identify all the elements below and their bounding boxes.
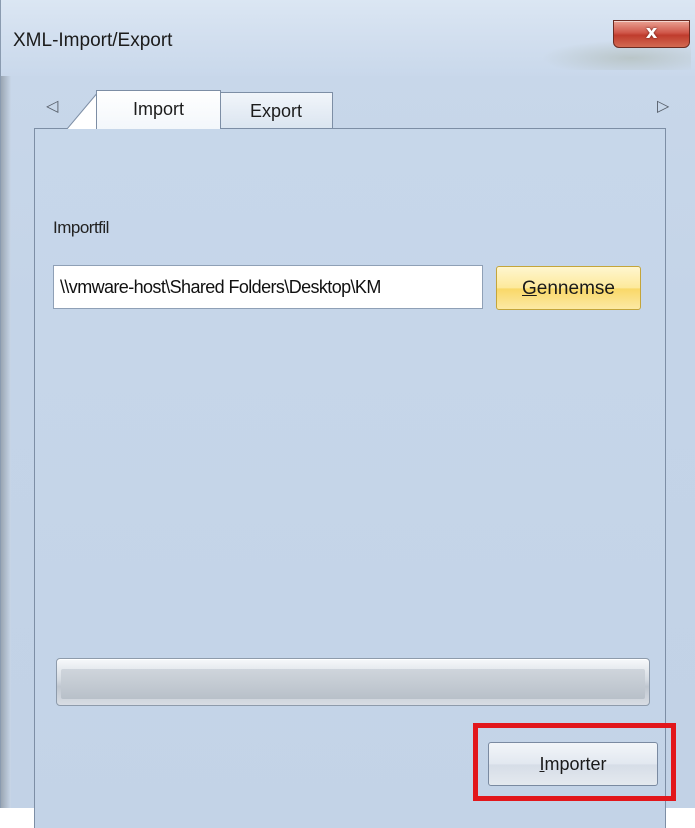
tab-export[interactable]: Export [219,92,333,128]
browse-button-label: ennemse [536,278,615,299]
title-bar[interactable]: XML-Import/Export x [1,0,695,76]
import-button-label: mporter [544,754,607,774]
tab-import-label: Import [132,99,184,119]
tab-scroll-right-icon[interactable]: ▷ [657,96,669,115]
tab-scroll-left-icon[interactable]: ◁ [46,96,58,115]
close-button[interactable]: x [613,20,690,48]
progress-track [61,669,645,699]
close-icon: x [645,22,658,43]
import-file-path-value: \\vmware-host\Shared Folders\Desktop\KM [60,277,381,297]
browse-button-accelerator: G [522,278,537,299]
xml-import-export-dialog: XML-Import/Export x ◁ ▷ Import Export Im… [0,0,695,828]
import-file-path-input[interactable]: \\vmware-host\Shared Folders\Desktop\KM [53,265,483,309]
tab-export-label: Export [249,101,303,121]
window-left-edge [1,0,11,808]
import-progress-bar [56,658,650,706]
tab-panel-import [34,128,666,828]
window-title: XML-Import/Export [13,30,173,51]
import-file-label: Importfil [53,218,109,237]
tab-import[interactable]: Import [96,90,221,129]
import-button[interactable]: Importer [488,742,658,786]
browse-button[interactable]: Gennemse [496,266,641,310]
